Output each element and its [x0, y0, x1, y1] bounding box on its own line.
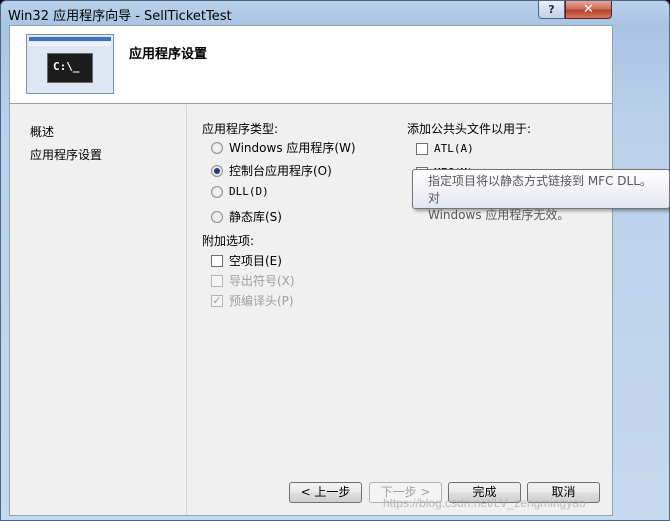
- radio-console-app[interactable]: 控制台应用程序(O): [211, 162, 332, 179]
- watermark: https://blog.csdn.net/LV_zengmingyao: [383, 496, 586, 510]
- checkbox-disabled: [211, 274, 223, 287]
- checkbox-label: 导出符号(X): [229, 274, 295, 288]
- console-app-thumbnail: C:\_: [26, 34, 114, 94]
- checkbox[interactable]: [416, 142, 428, 155]
- close-button[interactable]: ✕: [565, 1, 612, 19]
- checkbox-label: ATL(A): [434, 142, 474, 155]
- radio-label: 静态库(S): [229, 210, 282, 224]
- checkbox-label: 空项目(E): [229, 254, 282, 268]
- checkbox-checked-disabled: ✓: [211, 293, 223, 307]
- help-button[interactable]: ?: [538, 1, 565, 19]
- radio-label: 控制台应用程序(O): [229, 164, 332, 178]
- check-atl[interactable]: ATL(A): [416, 142, 474, 155]
- extra-options-label: 附加选项:: [202, 234, 255, 248]
- wizard-header: C:\_ 应用程序设置: [10, 26, 612, 104]
- wizard-client-area: C:\_ 应用程序设置 概述 应用程序设置 应用程序类型: Windows 应用…: [9, 25, 613, 516]
- checkbox-label: 预编译头(P): [229, 294, 294, 308]
- nav-item-overview[interactable]: 概述: [30, 123, 54, 140]
- thumb-menubar: [29, 42, 111, 46]
- tooltip-line-1: 指定项目将以静态方式链接到 MFC DLL。对: [428, 174, 652, 205]
- radio-dll[interactable]: DLL(D): [211, 185, 269, 198]
- window-frame: Win32 应用程序向导 - SellTicketTest ? ✕ C:\_ 应…: [0, 0, 670, 521]
- check-export-symbols: 导出符号(X): [211, 272, 295, 289]
- radio-button[interactable]: [211, 185, 223, 198]
- radio-label: DLL(D): [229, 185, 269, 198]
- title-bar[interactable]: Win32 应用程序向导 - SellTicketTest ? ✕: [1, 1, 670, 25]
- radio-windows-app[interactable]: Windows 应用程序(W): [211, 139, 356, 156]
- mfc-tooltip: 指定项目将以静态方式链接到 MFC DLL。对 Windows 应用程序无效。: [412, 169, 670, 222]
- check-empty-project[interactable]: 空项目(E): [211, 252, 282, 269]
- radio-static-lib[interactable]: 静态库(S): [211, 208, 282, 225]
- window-title: Win32 应用程序向导 - SellTicketTest: [8, 9, 232, 24]
- checkbox[interactable]: [211, 254, 223, 267]
- common-headers-label: 添加公共头文件以用于:: [407, 122, 532, 136]
- app-type-label: 应用程序类型:: [202, 122, 279, 136]
- radio-button[interactable]: [211, 141, 223, 154]
- radio-label: Windows 应用程序(W): [229, 141, 356, 155]
- prev-button[interactable]: < 上一步: [289, 482, 362, 503]
- thumb-titlebar: [29, 37, 111, 41]
- console-window-icon: C:\_: [47, 53, 93, 83]
- nav-divider: [186, 105, 187, 515]
- wizard-nav: 概述 应用程序设置: [10, 105, 186, 515]
- tooltip-line-2: Windows 应用程序无效。: [428, 208, 570, 222]
- radio-button[interactable]: [211, 210, 223, 223]
- nav-item-app-settings[interactable]: 应用程序设置: [30, 146, 102, 163]
- radio-button-selected[interactable]: [211, 164, 223, 177]
- page-title: 应用程序设置: [129, 47, 208, 62]
- check-precompiled-header: ✓ 预编译头(P): [211, 292, 294, 309]
